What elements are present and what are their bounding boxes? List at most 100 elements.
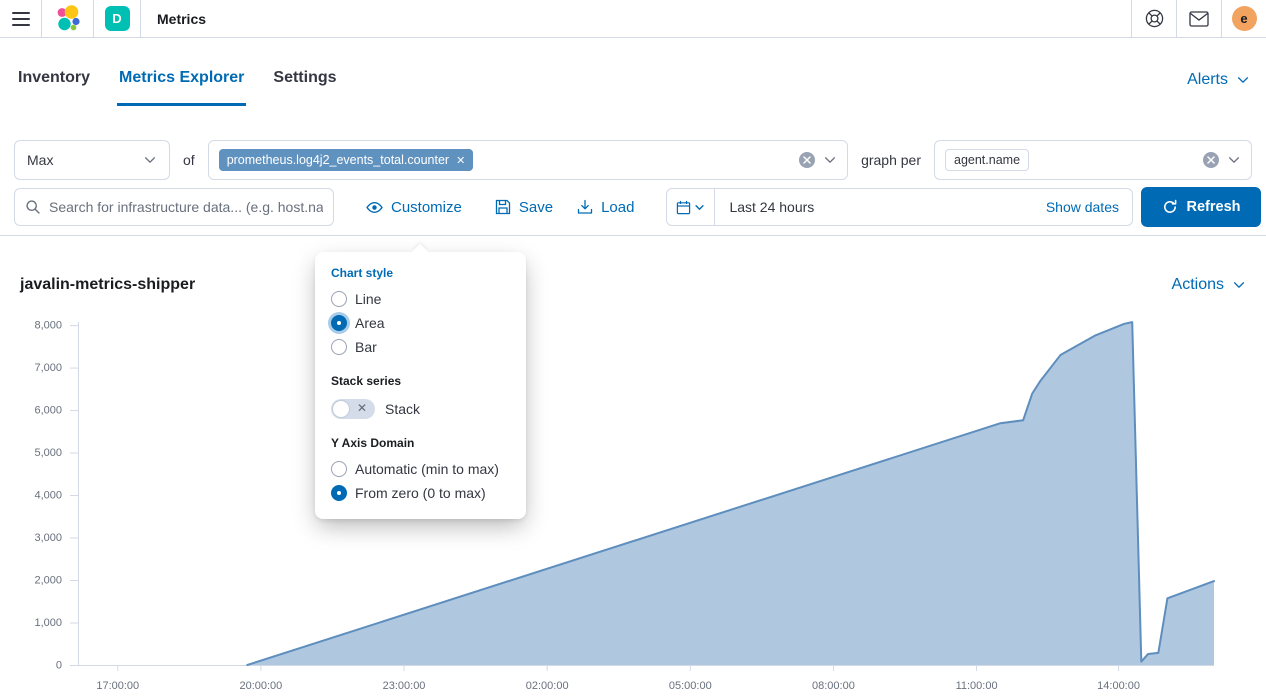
chart-title: javalin-metrics-shipper	[20, 276, 195, 294]
aggregation-select[interactable]: Max	[14, 140, 170, 180]
x-axis-label: 23:00:00	[383, 680, 426, 692]
calendar-icon	[676, 200, 691, 215]
space-badge: D	[105, 6, 130, 31]
chevron-down-icon	[1236, 73, 1250, 87]
show-dates-button[interactable]: Show dates	[1046, 199, 1132, 215]
y-axis-option-automatic[interactable]: Automatic (min to max)	[315, 457, 526, 481]
chart-style-line-label: Line	[355, 291, 381, 307]
y-axis-option-from-zero[interactable]: From zero (0 to max)	[315, 481, 526, 505]
save-label: Save	[519, 199, 553, 216]
user-menu-button[interactable]: e	[1221, 0, 1266, 37]
user-avatar: e	[1232, 6, 1257, 31]
eye-icon	[366, 199, 383, 216]
y-axis-label: 4,000	[34, 490, 62, 502]
elastic-logo[interactable]	[42, 0, 94, 37]
actions-label: Actions	[1172, 276, 1224, 294]
metric-badge[interactable]: prometheus.log4j2_events_total.counter ✕	[219, 149, 474, 171]
refresh-button[interactable]: Refresh	[1141, 187, 1261, 227]
y-axis-label: 2,000	[34, 575, 62, 587]
help-life-ring-icon	[1145, 9, 1164, 28]
time-range-value[interactable]: Last 24 hours	[715, 199, 814, 215]
metrics-explorer-toolbar: Max of prometheus.log4j2_events_total.co…	[0, 140, 1266, 236]
x-axis-label: 05:00:00	[669, 680, 712, 692]
customize-label: Customize	[391, 199, 462, 216]
chart-style-area-label: Area	[355, 315, 385, 331]
radio-unchecked-icon[interactable]	[331, 339, 347, 355]
alerts-label: Alerts	[1187, 71, 1228, 89]
chart-header: javalin-metrics-shipper Actions	[0, 276, 1266, 294]
chart-style-title: Chart style	[315, 264, 526, 287]
x-axis-label: 08:00:00	[812, 680, 855, 692]
chevron-down-icon[interactable]	[823, 153, 837, 167]
alerts-dropdown[interactable]: Alerts	[1187, 71, 1250, 89]
search-box	[14, 188, 334, 226]
y-axis-label: 7,000	[34, 362, 62, 374]
x-axis-label: 14:00:00	[1097, 680, 1140, 692]
y-axis-label: 1,000	[34, 617, 62, 629]
mail-icon	[1189, 11, 1209, 27]
x-axis-label: 17:00:00	[96, 680, 139, 692]
download-icon	[577, 199, 593, 215]
search-actions-row: Customize Save Load	[0, 188, 1266, 226]
app-tabs: Inventory Metrics Explorer Settings Aler…	[0, 38, 1266, 122]
x-axis-label: 11:00:00	[956, 680, 998, 692]
refresh-icon	[1162, 199, 1178, 215]
elastic-logo-icon	[54, 5, 81, 32]
group-by-badge[interactable]: agent.name	[945, 149, 1029, 171]
chevron-down-icon	[1232, 278, 1246, 292]
y-axis-domain-title: Y Axis Domain	[315, 421, 526, 457]
app-title: Metrics	[157, 0, 206, 37]
help-menu-button[interactable]	[1131, 0, 1176, 37]
y-axis-automatic-label: Automatic (min to max)	[355, 461, 499, 477]
top-header: D Metrics e	[0, 0, 1266, 38]
refresh-label: Refresh	[1187, 199, 1241, 215]
search-icon	[25, 199, 41, 215]
y-axis-label: 8,000	[34, 320, 62, 332]
space-switcher[interactable]: D	[94, 0, 141, 37]
radio-checked-icon[interactable]	[331, 485, 347, 501]
x-axis-label: 02:00:00	[526, 680, 569, 692]
tab-metrics-explorer[interactable]: Metrics Explorer	[117, 39, 246, 121]
chart-actions-dropdown[interactable]: Actions	[1172, 276, 1246, 294]
tab-settings[interactable]: Settings	[271, 39, 338, 121]
of-label: of	[183, 152, 195, 168]
chevron-down-icon	[694, 202, 705, 213]
group-by-combobox[interactable]: agent.name	[934, 140, 1252, 180]
toggle-thumb	[332, 400, 350, 418]
metric-badge-label: prometheus.log4j2_events_total.counter	[227, 153, 449, 167]
radio-unchecked-icon[interactable]	[331, 461, 347, 477]
chart-style-option-line[interactable]: Line	[315, 287, 526, 311]
stack-toggle[interactable]: ✕	[331, 399, 375, 419]
radio-checked-icon[interactable]	[331, 315, 347, 331]
stack-label: Stack	[385, 401, 420, 417]
stack-switch-row[interactable]: ✕ Stack	[315, 395, 526, 421]
metric-badge-remove-icon[interactable]: ✕	[456, 154, 465, 167]
chevron-down-icon[interactable]	[1227, 153, 1241, 167]
load-button[interactable]: Load	[577, 199, 634, 216]
x-axis-label: 20:00:00	[239, 680, 282, 692]
hamburger-menu-button[interactable]	[0, 0, 42, 37]
chart-style-option-area[interactable]: Area	[315, 311, 526, 335]
group-by-clear-button[interactable]	[1203, 152, 1219, 168]
save-icon	[495, 199, 511, 215]
metric-combobox[interactable]: prometheus.log4j2_events_total.counter ✕	[208, 140, 848, 180]
notifications-button[interactable]	[1176, 0, 1221, 37]
search-input[interactable]	[49, 199, 323, 215]
chart-style-bar-label: Bar	[355, 339, 377, 355]
metric-clear-button[interactable]	[799, 152, 815, 168]
y-axis-label: 6,000	[34, 405, 62, 417]
y-axis-label: 0	[56, 660, 62, 672]
super-date-picker: Last 24 hours Show dates	[666, 188, 1133, 226]
toggle-off-x-icon: ✕	[357, 401, 367, 415]
aggregation-value: Max	[27, 152, 53, 168]
metric-controls-row: Max of prometheus.log4j2_events_total.co…	[0, 140, 1266, 180]
graph-per-label: graph per	[861, 152, 921, 168]
y-axis-label: 5,000	[34, 447, 62, 459]
customize-button[interactable]: Customize	[366, 199, 462, 216]
save-button[interactable]: Save	[495, 199, 553, 216]
tab-inventory[interactable]: Inventory	[16, 39, 92, 121]
chart-style-option-bar[interactable]: Bar	[315, 335, 526, 359]
date-quick-select-button[interactable]	[667, 189, 715, 225]
radio-unchecked-icon[interactable]	[331, 291, 347, 307]
stack-series-title: Stack series	[315, 359, 526, 395]
